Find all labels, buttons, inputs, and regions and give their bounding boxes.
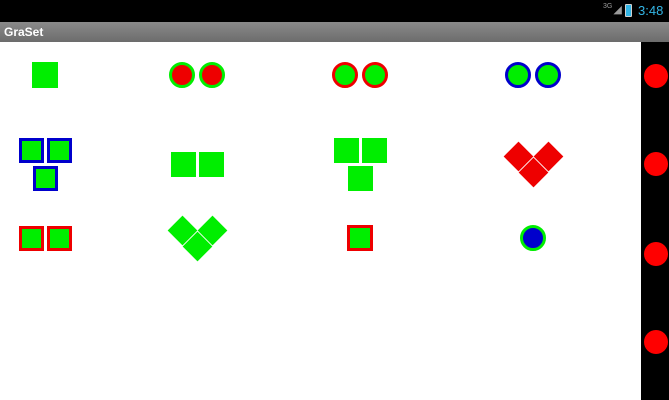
square-shape xyxy=(46,137,72,163)
app-title: GraSet xyxy=(4,25,44,39)
circle-shape xyxy=(199,62,225,88)
rail-dot-button[interactable] xyxy=(644,152,668,176)
square-shape xyxy=(32,165,58,191)
rail-dot-button[interactable] xyxy=(644,242,668,266)
rail-dot-button[interactable] xyxy=(644,330,668,354)
square-shape xyxy=(333,137,359,163)
signal-icon: 3G◢ xyxy=(603,3,622,16)
rail-dot-button[interactable] xyxy=(644,64,668,88)
square-shape xyxy=(198,151,224,177)
status-clock: 3:48 xyxy=(638,3,664,18)
card-grid xyxy=(0,42,641,400)
square-shape xyxy=(170,151,196,177)
square-shape xyxy=(18,137,44,163)
circle-shape xyxy=(505,62,531,88)
battery-icon xyxy=(625,4,632,17)
network-type: 3G xyxy=(603,3,613,10)
square-shape xyxy=(18,225,44,251)
right-rail xyxy=(641,42,669,400)
circle-shape xyxy=(362,62,388,88)
app-title-bar: GraSet xyxy=(0,22,669,42)
circle-shape xyxy=(535,62,561,88)
square-shape xyxy=(347,165,373,191)
square-shape xyxy=(361,137,387,163)
square-shape xyxy=(32,62,58,88)
circle-shape xyxy=(520,225,546,251)
status-bar: 3G◢ 3:48 xyxy=(0,0,669,22)
circle-shape xyxy=(332,62,358,88)
square-shape xyxy=(347,225,373,251)
square-shape xyxy=(46,225,72,251)
circle-shape xyxy=(169,62,195,88)
